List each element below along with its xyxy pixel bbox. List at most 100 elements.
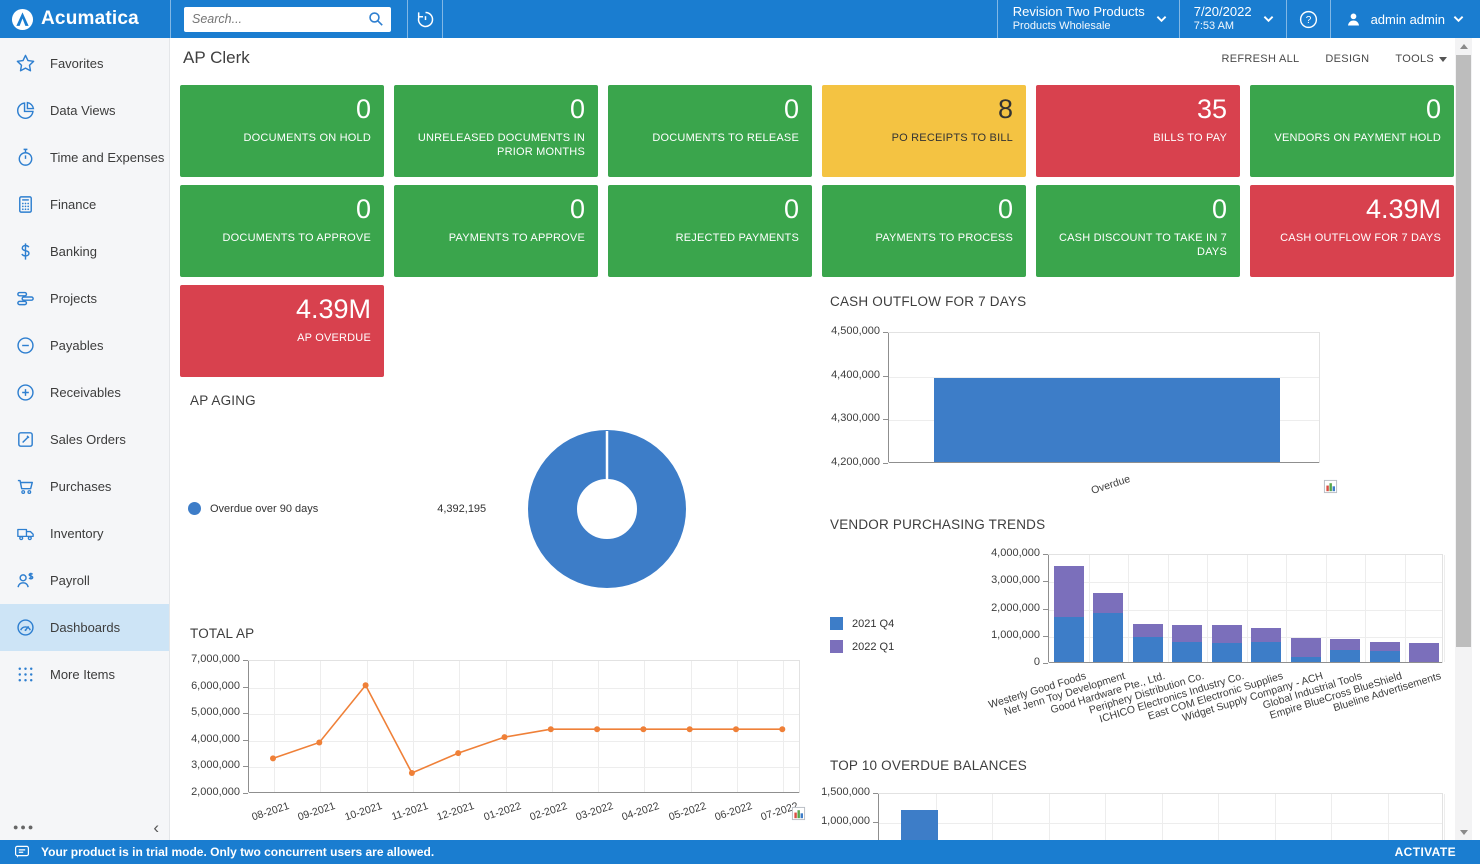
vertical-scrollbar[interactable] <box>1455 38 1472 840</box>
sidebar-item-more-items[interactable]: More Items <box>0 651 169 698</box>
vendor-bar-segment[interactable] <box>1251 642 1282 662</box>
sidebar: Favorites Data Views Time and Expenses Fina… <box>0 38 170 840</box>
business-date: 7/20/2022 <box>1193 4 1252 19</box>
sidebar-item-label: More Items <box>50 667 116 682</box>
company-branch-selector[interactable]: Revision Two Products Products Wholesale <box>998 0 1179 38</box>
sidebar-item-finance[interactable]: Finance <box>0 181 169 228</box>
top10-overdue-bar[interactable] <box>901 809 938 840</box>
vendor-bar-segment[interactable] <box>1172 642 1203 662</box>
gridline-v <box>1387 794 1389 840</box>
sidebar-item-data-views[interactable]: Data Views <box>0 87 169 134</box>
chart-type-icon[interactable] <box>1323 479 1338 494</box>
vendor-bar-segment[interactable] <box>1053 566 1084 618</box>
scrollbar-thumb[interactable] <box>1456 55 1471 647</box>
help-button[interactable]: ? <box>1287 0 1330 38</box>
sidebar-item-payables[interactable]: Payables <box>0 322 169 369</box>
x-axis-label: 10-2021 <box>342 800 384 824</box>
search-input[interactable] <box>184 12 368 26</box>
history-clock-icon <box>415 9 436 30</box>
sidebar-item-label: Finance <box>50 197 97 212</box>
gridline-h <box>1049 582 1442 584</box>
legend-label: Overdue over 90 days <box>210 502 319 515</box>
cash-outflow-plot-area <box>888 332 1320 463</box>
sidebar-item-receivables[interactable]: Receivables <box>0 369 169 416</box>
vendor-bar-segment[interactable] <box>1330 650 1361 662</box>
vendor-bar-segment[interactable] <box>1251 627 1282 643</box>
gridline-v <box>992 794 993 840</box>
y-axis-tick-label: 0 <box>1033 656 1040 668</box>
vendor-bar-segment[interactable] <box>1369 651 1400 662</box>
cash-outflow-bar[interactable] <box>934 378 1280 462</box>
top10-overdue-title: TOP 10 OVERDUE BALANCES <box>830 758 1027 773</box>
message-icon <box>14 844 30 860</box>
vendor-bar-segment[interactable] <box>1093 612 1124 662</box>
sidebar-item-label: Inventory <box>50 526 104 541</box>
vendor-bar-segment[interactable] <box>1053 617 1084 662</box>
y-axis-tick-label: 1,000,000 <box>991 628 1040 641</box>
gridline-v <box>1246 555 1248 662</box>
total-ap-line-series[interactable] <box>248 660 800 793</box>
user-menu[interactable]: admin admin <box>1331 0 1480 38</box>
business-time: 7:53 AM <box>1193 20 1235 33</box>
more-options-dots[interactable]: ●●● <box>13 822 35 832</box>
sidebar-item-inventory[interactable]: Inventory <box>0 510 169 557</box>
vendor-bar-segment[interactable] <box>1132 624 1163 638</box>
y-axis-tick <box>883 375 888 377</box>
company-name: Revision Two Products <box>1012 4 1145 19</box>
gridline-v <box>1105 794 1106 840</box>
business-date-selector[interactable]: 7/20/2022 7:53 AM <box>1180 0 1286 38</box>
vendor-trends-legend-item: 2022 Q1 <box>830 640 894 653</box>
sidebar-item-label: Purchases <box>50 479 112 494</box>
payroll-icon <box>15 570 39 591</box>
y-axis-tick-label: 4,400,000 <box>831 368 880 381</box>
scroll-down-arrow[interactable] <box>1455 824 1472 840</box>
chart-type-icon[interactable] <box>791 806 806 821</box>
y-axis-tick <box>1043 608 1048 610</box>
legend-swatch <box>188 502 201 515</box>
search-icon[interactable] <box>368 11 391 27</box>
x-axis-label: Overdue <box>1089 473 1132 497</box>
grid-dots-icon <box>15 664 39 685</box>
vendor-bar-segment[interactable] <box>1211 643 1242 662</box>
sidebar-item-label: Sales Orders <box>50 432 126 447</box>
y-axis-tick <box>1043 635 1048 637</box>
trial-message: Your product is in trial mode. Only two … <box>41 845 435 859</box>
x-axis-label: 12-2021 <box>435 800 476 824</box>
dollar-icon <box>15 241 39 262</box>
dashboard-main: AP Clerk REFRESH ALL DESIGN TOOLS 0 DOCUMEN… <box>170 38 1455 840</box>
vendor-bar-segment[interactable] <box>1290 657 1321 662</box>
vendor-bar-segment[interactable] <box>1093 592 1124 613</box>
gridline-v <box>1444 555 1445 662</box>
vendor-bar-segment[interactable] <box>1211 624 1242 644</box>
chevron-down-icon <box>1156 15 1167 23</box>
sidebar-item-projects[interactable]: Projects <box>0 275 169 322</box>
y-axis-tick-label: 7,000,000 <box>191 653 240 665</box>
time-tracking-button[interactable] <box>408 0 442 38</box>
gridline-v <box>1207 555 1208 662</box>
collapse-sidebar-button[interactable]: ‹ <box>153 818 159 838</box>
sidebar-item-purchases[interactable]: Purchases <box>0 463 169 510</box>
ap-aging-donut[interactable] <box>528 430 686 588</box>
sidebar-item-payroll[interactable]: Payroll <box>0 557 169 604</box>
vendor-bar-segment[interactable] <box>1369 642 1400 652</box>
vendor-bar-segment[interactable] <box>1409 643 1440 662</box>
activate-button[interactable]: ACTIVATE <box>1395 845 1456 859</box>
cash-outflow-title: CASH OUTFLOW FOR 7 DAYS <box>830 294 1027 309</box>
sidebar-item-favorites[interactable]: Favorites <box>0 40 169 87</box>
sidebar-item-dashboards[interactable]: Dashboards <box>0 604 169 651</box>
sidebar-item-label: Payables <box>50 338 104 353</box>
acumatica-logo[interactable]: Acumatica <box>0 0 170 38</box>
top-header: Acumatica Revision Two Products Products… <box>0 0 1480 38</box>
vendor-bar-segment[interactable] <box>1330 639 1361 651</box>
vendor-bar-segment[interactable] <box>1132 637 1163 662</box>
vendor-bar-segment[interactable] <box>1172 624 1203 643</box>
scroll-up-arrow[interactable] <box>1455 38 1472 54</box>
help-icon: ? <box>1298 9 1319 30</box>
sidebar-item-time-and-expenses[interactable]: Time and Expenses <box>0 134 169 181</box>
global-search[interactable] <box>184 6 391 32</box>
sidebar-item-banking[interactable]: Banking <box>0 228 169 275</box>
sidebar-item-label: Banking <box>50 244 97 259</box>
star-icon <box>15 53 39 74</box>
vendor-bar-segment[interactable] <box>1290 638 1321 658</box>
sidebar-item-sales-orders[interactable]: Sales Orders <box>0 416 169 463</box>
